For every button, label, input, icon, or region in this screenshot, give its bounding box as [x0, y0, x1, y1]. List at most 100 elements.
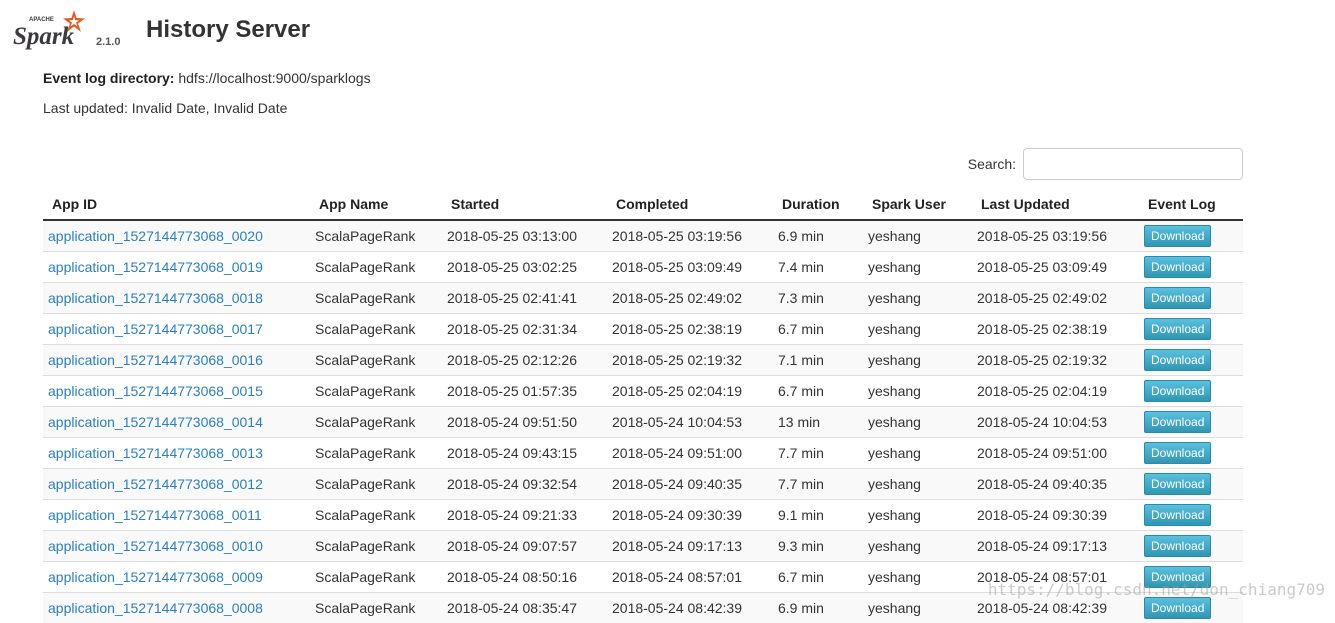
app-name-cell: ScalaPageRank: [310, 562, 442, 593]
table-row: application_1527144773068_0008ScalaPageR…: [43, 593, 1243, 623]
spark-user-cell: yeshang: [863, 469, 972, 500]
app-name-cell: ScalaPageRank: [310, 220, 442, 252]
app-id-link[interactable]: application_1527144773068_0014: [48, 414, 263, 430]
spark-user-cell: yeshang: [863, 500, 972, 531]
spark-user-cell: yeshang: [863, 438, 972, 469]
spark-user-cell: yeshang: [863, 220, 972, 252]
search-label: Search:: [968, 156, 1016, 172]
column-header-app-name[interactable]: App Name: [310, 189, 442, 220]
last-updated-cell: 2018-05-24 08:57:01: [972, 562, 1139, 593]
spark-user-cell: yeshang: [863, 407, 972, 438]
download-button[interactable]: Download: [1144, 380, 1211, 402]
column-header-started[interactable]: Started: [442, 189, 607, 220]
app-name-cell: ScalaPageRank: [310, 376, 442, 407]
download-button[interactable]: Download: [1144, 442, 1211, 464]
event-log-value: hdfs://localhost:9000/sparklogs: [178, 70, 370, 86]
table-row: application_1527144773068_0014 ScalaPageR…: [43, 407, 1243, 438]
app-id-link[interactable]: application_1527144773068_0017: [48, 321, 263, 337]
spark-user-cell: yeshang: [863, 562, 972, 593]
app-id-link[interactable]: application_1527144773068_0015: [48, 383, 263, 399]
column-header-last-updated[interactable]: Last Updated: [972, 189, 1139, 220]
started-cell: 2018-05-25 03:02:25: [442, 252, 607, 283]
started-cell: 2018-05-24 09:21:33: [442, 500, 607, 531]
app-id-link[interactable]: application_1527144773068_0019: [48, 259, 263, 275]
page-title: History Server: [146, 16, 310, 44]
completed-cell: 2018-05-25 03:09:49: [607, 252, 773, 283]
app-name-cell: ScalaPageRank: [310, 314, 442, 345]
app-id-link[interactable]: application_1527144773068_0016: [48, 352, 263, 368]
completed-cell: 2018-05-25 02:04:19: [607, 376, 773, 407]
column-header-app-id[interactable]: App ID: [43, 189, 310, 220]
last-updated-cell: 2018-05-24 09:51:00: [972, 438, 1139, 469]
app-name-cell: ScalaPageRank: [310, 531, 442, 562]
table-row: application_1527144773068_0015 ScalaPageR…: [43, 376, 1243, 407]
last-updated-cell: 2018-05-24 09:40:35: [972, 469, 1139, 500]
completed-cell: 2018-05-25 02:19:32: [607, 345, 773, 376]
started-cell: 2018-05-25 01:57:35: [442, 376, 607, 407]
download-button[interactable]: Download: [1144, 411, 1211, 433]
app-name-cell: ScalaPageRank: [310, 407, 442, 438]
completed-cell: 2018-05-24 09:17:13: [607, 531, 773, 562]
download-button[interactable]: Download: [1144, 597, 1211, 619]
table-row: application_1527144773068_0019ScalaPageR…: [43, 252, 1243, 283]
duration-cell: 7.7 min: [773, 438, 863, 469]
last-updated-cell: 2018-05-24 10:04:53: [972, 407, 1139, 438]
download-button[interactable]: Download: [1144, 318, 1211, 340]
table-row: application_1527144773068_0018ScalaPageR…: [43, 283, 1243, 314]
started-cell: 2018-05-25 03:13:00: [442, 220, 607, 252]
last-updated-cell: 2018-05-25 02:38:19: [972, 314, 1139, 345]
app-id-link[interactable]: application_1527144773068_0020: [48, 228, 263, 244]
app-id-link[interactable]: application_1527144773068_0011: [48, 507, 262, 523]
app-name-cell: ScalaPageRank: [310, 500, 442, 531]
event-log-directory: Event log directory: hdfs://localhost:90…: [43, 70, 371, 86]
download-button[interactable]: Download: [1144, 287, 1211, 309]
download-button[interactable]: Download: [1144, 473, 1211, 495]
app-id-link[interactable]: application_1527144773068_0008: [48, 600, 263, 616]
started-cell: 2018-05-25 02:31:34: [442, 314, 607, 345]
app-id-link[interactable]: application_1527144773068_0010: [48, 538, 263, 554]
column-header-spark-user[interactable]: Spark User: [863, 189, 972, 220]
last-updated: Last updated: Invalid Date, Invalid Date: [43, 100, 287, 116]
completed-cell: 2018-05-24 09:40:35: [607, 469, 773, 500]
column-header-completed[interactable]: Completed: [607, 189, 773, 220]
duration-cell: 6.7 min: [773, 562, 863, 593]
app-id-link[interactable]: application_1527144773068_0013: [48, 445, 263, 461]
started-cell: 2018-05-24 09:32:54: [442, 469, 607, 500]
column-header-event-log[interactable]: Event Log: [1139, 189, 1243, 220]
download-button[interactable]: Download: [1144, 535, 1211, 557]
duration-cell: 6.9 min: [773, 593, 863, 623]
app-id-link[interactable]: application_1527144773068_0012: [48, 476, 263, 492]
table-row: application_1527144773068_0017 ScalaPageR…: [43, 314, 1243, 345]
download-button[interactable]: Download: [1144, 349, 1211, 371]
completed-cell: 2018-05-25 02:38:19: [607, 314, 773, 345]
spark-logo[interactable]: APACHE Spark: [12, 8, 102, 52]
table-row: application_1527144773068_0016ScalaPageR…: [43, 345, 1243, 376]
completed-cell: 2018-05-24 09:51:00: [607, 438, 773, 469]
completed-cell: 2018-05-25 03:19:56: [607, 220, 773, 252]
app-id-link[interactable]: application_1527144773068_0009: [48, 569, 263, 585]
duration-cell: 6.7 min: [773, 376, 863, 407]
last-updated-cell: 2018-05-24 09:17:13: [972, 531, 1139, 562]
last-updated-cell: 2018-05-25 03:09:49: [972, 252, 1139, 283]
duration-cell: 7.3 min: [773, 283, 863, 314]
completed-cell: 2018-05-24 10:04:53: [607, 407, 773, 438]
search-input[interactable]: [1023, 148, 1243, 180]
duration-cell: 7.1 min: [773, 345, 863, 376]
table-row: application_1527144773068_0011 ScalaPageR…: [43, 500, 1243, 531]
table-row: application_1527144773068_0020 ScalaPageR…: [43, 220, 1243, 252]
table-body: application_1527144773068_0020 ScalaPageR…: [43, 220, 1243, 623]
download-button[interactable]: Download: [1144, 566, 1211, 588]
download-button[interactable]: Download: [1144, 504, 1211, 526]
duration-cell: 6.9 min: [773, 220, 863, 252]
table-row: application_1527144773068_0012ScalaPageR…: [43, 469, 1243, 500]
spark-user-cell: yeshang: [863, 376, 972, 407]
spark-user-cell: yeshang: [863, 252, 972, 283]
download-button[interactable]: Download: [1144, 256, 1211, 278]
download-button[interactable]: Download: [1144, 225, 1211, 247]
started-cell: 2018-05-25 02:41:41: [442, 283, 607, 314]
app-id-link[interactable]: application_1527144773068_0018: [48, 290, 263, 306]
started-cell: 2018-05-24 08:50:16: [442, 562, 607, 593]
last-updated-cell: 2018-05-25 03:19:56: [972, 220, 1139, 252]
column-header-duration[interactable]: Duration: [773, 189, 863, 220]
spark-user-cell: yeshang: [863, 314, 972, 345]
